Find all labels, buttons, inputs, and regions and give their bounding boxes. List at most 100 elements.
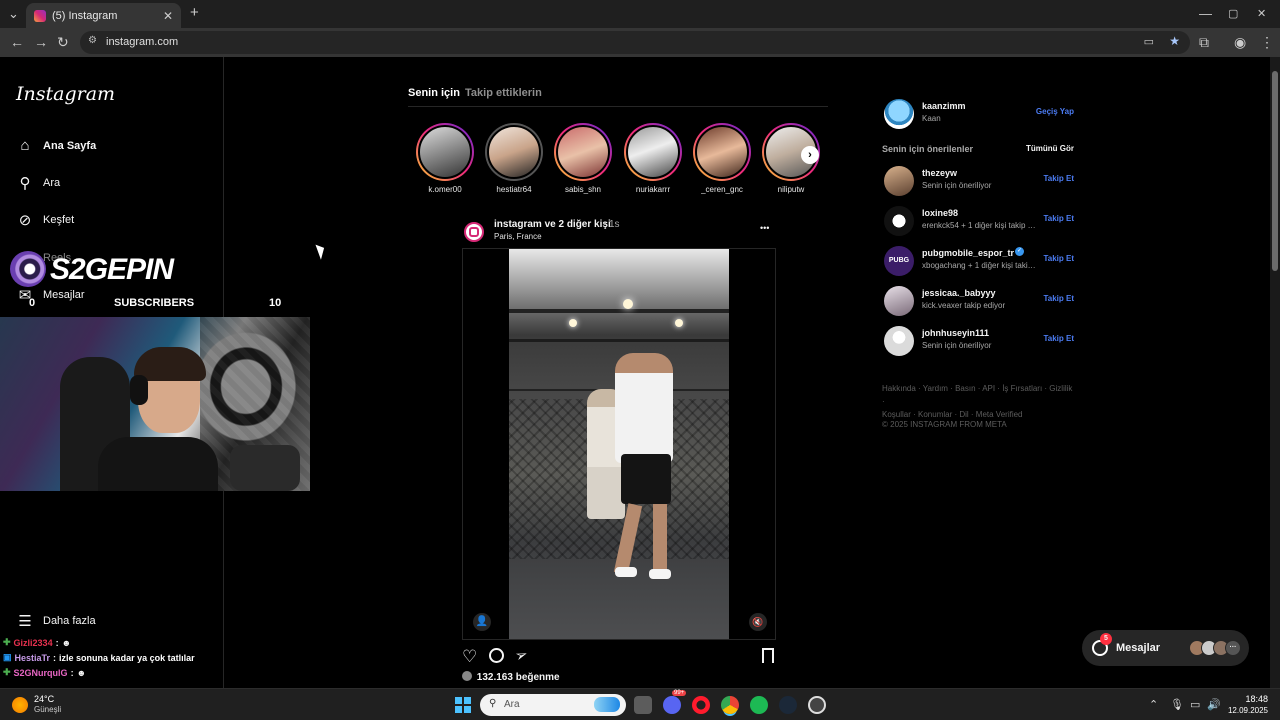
tab-search-chevron-icon[interactable]: ⌄ — [8, 6, 19, 22]
chat-username: HestiaTr — [14, 652, 51, 663]
instagram-avatar-icon[interactable] — [464, 222, 484, 242]
follow-button[interactable]: Takip Et — [1043, 174, 1074, 183]
back-icon[interactable]: ← — [10, 34, 24, 50]
stream-logo: S2GEPIN — [6, 245, 174, 291]
chat-separator: : — [55, 637, 59, 648]
tray-overflow-chevron-icon[interactable]: ⌃ — [1149, 698, 1158, 711]
clock-date[interactable]: 12.09.2025 — [1220, 706, 1268, 715]
suggestion-avatar[interactable] — [884, 166, 914, 196]
browser-tab-instagram[interactable]: (5) Instagram ✕ — [26, 3, 181, 28]
follow-button[interactable]: Takip Et — [1043, 254, 1074, 263]
clock-time[interactable]: 18:48 — [1228, 694, 1268, 704]
weather-temp[interactable]: 24°C — [34, 694, 54, 704]
suggestion-username[interactable]: johnhuseyin111 — [922, 328, 989, 338]
story-avatar — [556, 125, 610, 179]
story-item[interactable]: k.omer00 — [410, 123, 480, 194]
suggestion-username[interactable]: thezeyw — [922, 168, 957, 178]
story-username: nuriakarrr — [635, 185, 671, 194]
browser-menu-icon[interactable]: ⋮ — [1260, 34, 1274, 51]
bookmark-star-icon[interactable]: ★ — [1169, 34, 1180, 48]
likes-count[interactable]: 132.163 beğenme — [462, 671, 560, 683]
post-author[interactable]: instagram ve 2 diğer kişi — [494, 219, 611, 230]
forward-icon[interactable]: → — [34, 34, 48, 50]
weather-sun-icon[interactable] — [12, 697, 28, 713]
close-window-button[interactable]: ✕ — [1257, 7, 1266, 20]
post-location[interactable]: Paris, France — [494, 232, 542, 241]
sidebar-item-home[interactable]: ⌂ Ana Sayfa — [16, 137, 96, 154]
hamburger-menu-icon: ☰ — [18, 613, 32, 630]
liker-avatar-icon — [462, 671, 472, 681]
suggestion-username[interactable]: pubgmobile_espor_tr — [922, 248, 1014, 258]
home-icon: ⌂ — [20, 137, 30, 154]
steam-icon[interactable] — [779, 696, 797, 714]
instagram-logo[interactable]: Instagram — [16, 83, 115, 105]
profile-avatar-icon[interactable]: ◉ — [1234, 34, 1246, 51]
comment-icon[interactable] — [489, 648, 504, 663]
cast-icon[interactable]: ▭ — [1144, 35, 1154, 48]
suggestion-avatar[interactable]: PUBG — [884, 246, 914, 276]
current-username[interactable]: kaanzimm — [922, 101, 966, 111]
discord-icon[interactable]: 99+ — [663, 690, 687, 714]
switch-account-link[interactable]: Geçiş Yap — [1036, 107, 1074, 116]
follow-button[interactable]: Takip Et — [1043, 214, 1074, 223]
tab-close-icon[interactable]: ✕ — [163, 9, 173, 23]
scrollbar-thumb[interactable] — [1272, 71, 1278, 271]
stories-next-chevron-icon[interactable]: › — [801, 146, 819, 164]
suggestion-username[interactable]: jessicaa._babyyy — [922, 288, 996, 298]
footer-line[interactable]: Hakkında · Yardım · Basın · API · İş Fır… — [882, 382, 1074, 408]
suggestion-avatar[interactable] — [884, 206, 914, 236]
tagged-user-icon[interactable]: 👤 — [473, 613, 491, 631]
follow-button[interactable]: Takip Et — [1043, 294, 1074, 303]
address-bar[interactable]: ⚙ instagram.com ▭ ★ — [80, 31, 1190, 54]
current-account: kaanzimm Kaan Geçiş Yap — [882, 97, 1074, 131]
chat-text: ☻ — [61, 637, 72, 648]
app-icon[interactable] — [808, 696, 826, 714]
like-heart-icon[interactable]: ♡ — [462, 647, 477, 667]
sidebar-item-search[interactable]: ⚲ Ara — [16, 174, 61, 192]
tab-title: (5) Instagram — [52, 9, 118, 22]
task-view-icon[interactable] — [634, 696, 652, 714]
save-bookmark-icon[interactable] — [762, 648, 774, 663]
suggestion-avatar[interactable] — [884, 286, 914, 316]
maximize-button[interactable]: ▢ — [1228, 7, 1238, 20]
extensions-icon[interactable]: ⧉ — [1199, 34, 1209, 51]
chrome-icon[interactable] — [721, 696, 739, 714]
post-video[interactable]: 👤 🔇 — [462, 248, 776, 640]
share-send-icon[interactable]: ➢ — [512, 644, 531, 665]
suggestion-reason: erenkck54 + 1 diğer kişi takip ediyor — [922, 221, 1037, 230]
story-item[interactable]: sabis_shn — [548, 123, 618, 194]
opera-icon[interactable] — [692, 696, 710, 714]
page-scrollbar[interactable] — [1270, 57, 1280, 688]
site-info-icon[interactable]: ⚙ — [88, 35, 97, 46]
sidebar-item-more[interactable]: ☰ Daha fazla — [16, 612, 95, 630]
story-item[interactable]: nuriakarrr — [618, 123, 688, 194]
minimize-button[interactable]: — — [1199, 6, 1212, 21]
spotify-icon[interactable] — [750, 696, 768, 714]
compass-icon: ⊘ — [18, 212, 32, 229]
browser-tab-bar: ⌄ (5) Instagram ✕ + — ▢ ✕ — [0, 0, 1280, 28]
sidebar-item-label: Ara — [43, 177, 61, 189]
default-avatar-icon[interactable] — [884, 326, 914, 356]
volume-icon[interactable]: 🔊 — [1207, 698, 1221, 711]
sidebar-item-explore[interactable]: ⊘ Keşfet — [16, 211, 74, 229]
windows-start-icon[interactable] — [455, 697, 471, 713]
new-tab-button[interactable]: + — [190, 4, 199, 21]
microphone-icon[interactable]: 🎙 — [1170, 698, 1184, 711]
mute-icon[interactable]: 🔇 — [749, 613, 767, 631]
see-all-link[interactable]: Tümünü Gör — [1026, 144, 1074, 153]
suggestion-username[interactable]: loxine98 — [922, 208, 958, 218]
reload-icon[interactable]: ↻ — [57, 34, 69, 51]
network-icon[interactable]: ▭ — [1190, 698, 1200, 711]
post-more-options-icon[interactable]: ••• — [760, 223, 769, 233]
messages-pill[interactable]: 5 Mesajlar ··· — [1082, 630, 1249, 666]
follow-button[interactable]: Takip Et — [1043, 334, 1074, 343]
taskbar-search[interactable]: ⚲ Ara — [480, 694, 626, 716]
story-item[interactable]: _ceren_gnc — [687, 123, 757, 194]
story-item[interactable]: hestiatr64 — [479, 123, 549, 194]
subs-label: SUBSCRIBERS — [114, 297, 195, 309]
current-user-avatar[interactable] — [884, 99, 914, 129]
story-avatar — [695, 125, 749, 179]
browser-toolbar: ← → ↻ ⚙ instagram.com ▭ ★ ⧉ ◉ ⋮ — [0, 28, 1280, 57]
tab-following[interactable]: Takip ettiklerin — [465, 87, 542, 99]
tab-for-you[interactable]: Senin için — [408, 87, 460, 99]
